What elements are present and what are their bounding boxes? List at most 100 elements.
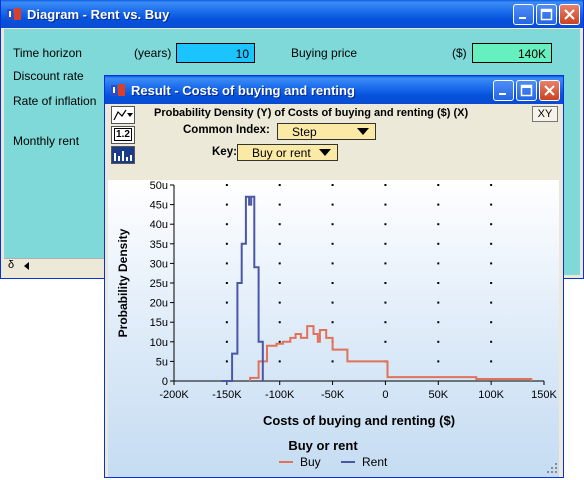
y-tick-label: 45u [150, 200, 168, 212]
chart-area: 0 5u 10u 15u 20u 25u 30u 35u 40u 45u 50u -200K -150K… [108, 180, 559, 477]
chevron-down-icon [357, 128, 369, 135]
number-format-button[interactable]: 1.2 [111, 126, 135, 144]
grid-dot [437, 282, 440, 284]
grid-dot [490, 282, 493, 284]
resize-grip-dot [555, 463, 557, 465]
grid-dot [331, 321, 334, 324]
grid-dot [437, 321, 440, 324]
grid-dot [278, 340, 281, 343]
grid-dot [490, 360, 493, 363]
y-tick-label: 30u [150, 258, 168, 270]
maximize-button[interactable] [536, 4, 557, 25]
grid-dot [490, 184, 493, 186]
buying-price-input[interactable]: 140K [472, 43, 552, 63]
grid-dot [278, 301, 281, 304]
grid-dot [437, 242, 440, 245]
grid-dot [278, 360, 281, 363]
analytica-app-icon [7, 8, 21, 20]
grid-dot [278, 242, 281, 245]
grid-dot [384, 262, 387, 265]
grid-dot [278, 203, 281, 206]
buying-price-unit: ($) [452, 46, 467, 60]
buying-price-label: Buying price [291, 46, 358, 60]
key-dropdown[interactable]: Buy or rent [237, 144, 338, 161]
discount-rate-label: Discount rate [13, 69, 84, 83]
monthly-rent-label: Monthly rent [13, 134, 80, 148]
grid-dot [331, 223, 334, 226]
grid-dot [225, 360, 228, 363]
density-chart: 0 5u 10u 15u 20u 25u 30u 35u 40u 45u 50u -200K -150K… [116, 180, 558, 473]
common-index-dropdown[interactable]: Step [277, 123, 376, 140]
time-horizon-unit: (years) [134, 46, 172, 60]
y-tick-label: 25u [150, 278, 168, 290]
grid-dot [225, 203, 228, 206]
close-button[interactable] [559, 4, 580, 25]
analytica-app-icon [111, 84, 125, 96]
x-tick-label: 150K [531, 389, 557, 401]
y-axis-label: Probability Density [116, 228, 130, 337]
series-line-buy [249, 325, 533, 381]
close-icon [544, 85, 555, 96]
rate-of-inflation-label: Rate of inflation [13, 94, 97, 108]
grid-dot [384, 301, 387, 304]
maximize-button[interactable] [516, 80, 537, 101]
graph-view-button[interactable] [111, 146, 135, 164]
xy-button[interactable]: XY [532, 106, 558, 122]
grid-dot [384, 184, 387, 186]
grid-dot [490, 242, 493, 245]
y-tick-label: 50u [150, 180, 168, 192]
grid-dot [384, 242, 387, 245]
minimize-button[interactable] [493, 80, 514, 101]
grid-dot [437, 223, 440, 226]
grid-dot [490, 301, 493, 304]
grid-dot [278, 184, 281, 186]
grid-dot [437, 301, 440, 304]
y-tick-label: 0 [162, 376, 168, 388]
grid-dot [331, 203, 334, 206]
y-tick-label: 35u [150, 239, 168, 251]
graph-type-button[interactable] [111, 106, 135, 124]
x-tick-label: -200K [159, 389, 189, 401]
grid-dot [331, 262, 334, 265]
scroll-left-icon[interactable] [24, 262, 29, 270]
grid-dot [278, 223, 281, 226]
resize-grip-dot [551, 471, 553, 473]
maximize-icon [540, 8, 553, 21]
x-tick-label: 50K [428, 389, 448, 401]
grid-dot [384, 223, 387, 226]
grid-dot [278, 262, 281, 265]
grid-dot [225, 242, 228, 245]
grid-dot [437, 184, 440, 186]
grid-dot [490, 262, 493, 265]
x-tick-label: -50K [321, 389, 345, 401]
grid-dot [278, 282, 281, 284]
time-horizon-input[interactable]: 10 [176, 43, 255, 63]
diagram-tool-glyph[interactable]: δ [8, 259, 14, 271]
x-tick-label: -150K [212, 389, 242, 401]
minimize-icon [499, 93, 506, 95]
grid-dot [331, 184, 334, 186]
grid-dot [331, 242, 334, 245]
grid-dot [490, 223, 493, 226]
legend-title: Buy or rent [288, 438, 358, 453]
diagram-window-title: Diagram - Rent vs. Buy [27, 7, 170, 22]
legend-item-rent: Rent [362, 455, 388, 469]
grid-dot [437, 360, 440, 363]
grid-dot [331, 282, 334, 284]
grid-dot [490, 321, 493, 324]
minimize-button[interactable] [513, 4, 534, 25]
grid-dot [384, 321, 387, 324]
x-tick-label: -100K [265, 389, 295, 401]
y-tick-label: 20u [150, 298, 168, 310]
grid-dot [225, 340, 228, 343]
result-titlebar[interactable]: Result - Costs of buying and renting [105, 76, 563, 104]
grid-dot [384, 340, 387, 343]
maximize-icon [520, 84, 533, 97]
diagram-titlebar[interactable]: Diagram - Rent vs. Buy [1, 0, 583, 28]
close-button[interactable] [539, 80, 560, 101]
key-value: Buy or rent [252, 146, 311, 160]
resize-grip-dot [547, 471, 549, 473]
horizontal-scrollbar[interactable]: δ [4, 258, 104, 275]
y-tick-label: 15u [150, 317, 168, 329]
graph-type-icon [113, 109, 133, 121]
